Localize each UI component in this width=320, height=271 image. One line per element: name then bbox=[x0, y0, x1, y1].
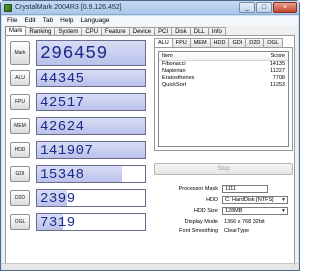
menu-file[interactable]: File bbox=[7, 16, 17, 26]
score-button-d2d[interactable]: D2D bbox=[10, 190, 30, 206]
font-smoothing-label: Font Smoothing bbox=[179, 227, 218, 234]
font-smoothing-value: ClearType bbox=[224, 227, 250, 234]
detail-frame: Item Score Fibonacci 14135 Napierian 112… bbox=[154, 47, 293, 151]
menu-help[interactable]: Help bbox=[60, 16, 73, 26]
score-value: 2399 bbox=[40, 191, 76, 207]
score-row-d2d: D2D 2399 bbox=[10, 189, 146, 207]
score-value: 44345 bbox=[40, 71, 85, 87]
score-display-fpu: 42517 bbox=[36, 93, 146, 111]
window-title: CrystalMark 2004R3 [0.9.126.452] bbox=[15, 4, 122, 11]
score-button-fpu[interactable]: FPU bbox=[10, 94, 30, 110]
score-display-mark: 296459 bbox=[36, 40, 146, 66]
list-item-name: Fibonacci bbox=[162, 61, 186, 67]
list-item[interactable]: Fibonacci 14135 bbox=[159, 61, 288, 68]
list-item[interactable]: Eratosthenes 7708 bbox=[159, 75, 288, 82]
close-button[interactable]: × bbox=[273, 2, 297, 13]
list-item-score: 14135 bbox=[269, 61, 285, 67]
detail-panel: ALU FPU MEM HDD GDI D2D OGL Item Score F… bbox=[154, 38, 293, 264]
score-button-hdd[interactable]: HDD bbox=[10, 142, 30, 158]
display-mode-label: Display Mode bbox=[184, 218, 218, 225]
score-value: 141907 bbox=[40, 143, 94, 159]
score-display-gdi: 15348 bbox=[36, 165, 146, 183]
hdd-label: HDD bbox=[206, 196, 218, 203]
score-value: 15348 bbox=[40, 167, 85, 183]
menu-tab[interactable]: Tab bbox=[43, 16, 53, 26]
title-bar[interactable]: CrystalMark 2004R3 [0.9.126.452] _ □ × bbox=[1, 1, 299, 15]
score-button-gdi[interactable]: GDI bbox=[10, 166, 30, 182]
score-value: 296459 bbox=[40, 44, 108, 64]
processor-mask-row: Processor Mask 1111 bbox=[154, 184, 293, 193]
score-row-fpu: FPU 42517 bbox=[10, 93, 146, 111]
score-row-mark: Mark 296459 bbox=[10, 40, 146, 66]
score-row-hdd: HDD 141907 bbox=[10, 141, 146, 159]
font-smoothing-row: Font Smoothing ClearType bbox=[154, 226, 293, 235]
subtab-ogl[interactable]: OGL bbox=[263, 38, 283, 47]
app-window: CrystalMark 2004R3 [0.9.126.452] _ □ × F… bbox=[0, 0, 300, 271]
subtab-mem[interactable]: MEM bbox=[189, 38, 211, 47]
score-button-alu[interactable]: ALU bbox=[10, 70, 30, 86]
result-list[interactable]: Item Score Fibonacci 14135 Napierian 112… bbox=[158, 51, 289, 147]
menu-bar: File Edit Tab Help Language bbox=[2, 16, 298, 26]
score-value: 7319 bbox=[40, 215, 76, 231]
score-button-mem[interactable]: MEM bbox=[10, 118, 30, 134]
maximize-button[interactable]: □ bbox=[256, 2, 272, 13]
hdd-size-row: HDD Size 128MB ▼ bbox=[154, 206, 293, 215]
subtab-gdi[interactable]: GDI bbox=[228, 38, 247, 47]
score-display-mem: 42624 bbox=[36, 117, 146, 135]
list-item-score: 11253 bbox=[270, 82, 285, 88]
processor-mask-field[interactable]: 1111 bbox=[222, 184, 268, 193]
mark-page: Mark 296459 ALU 44345 FPU 42517 MEM 42624 HDD 141… bbox=[5, 35, 295, 267]
resize-grip-icon[interactable]: ⋰ bbox=[291, 265, 296, 271]
subtab-fpu[interactable]: FPU bbox=[171, 38, 191, 47]
score-button-ogl[interactable]: OGL bbox=[10, 214, 30, 230]
hdd-select[interactable]: C: HardDisk [NTFS] ▼ bbox=[222, 195, 288, 204]
chevron-down-icon: ▼ bbox=[281, 207, 286, 214]
menu-language[interactable]: Language bbox=[81, 16, 110, 26]
score-display-ogl: 7319 bbox=[36, 213, 146, 231]
processor-mask-label: Processor Mask bbox=[178, 185, 218, 192]
chevron-down-icon: ▼ bbox=[281, 196, 286, 203]
window-controls: _ □ × bbox=[239, 2, 297, 13]
score-value: 42517 bbox=[40, 95, 85, 111]
score-value: 42624 bbox=[40, 119, 85, 135]
display-mode-row: Display Mode 1366 x 768 32bit bbox=[154, 217, 293, 226]
hdd-size-select[interactable]: 128MB ▼ bbox=[222, 206, 288, 215]
list-item-name: QuickSort bbox=[162, 82, 187, 88]
list-header: Item Score bbox=[159, 52, 288, 61]
client-area: Mark Ranking System CPU Feature Device P… bbox=[2, 26, 298, 270]
header-item[interactable]: Item bbox=[162, 52, 173, 60]
list-item[interactable]: Napierian 11227 bbox=[159, 68, 288, 75]
stop-button[interactable]: Stop bbox=[154, 163, 293, 175]
subtab-hdd[interactable]: HDD bbox=[209, 38, 230, 47]
list-item-name: Eratosthenes bbox=[162, 75, 195, 81]
score-button-mark[interactable]: Mark bbox=[10, 41, 30, 65]
score-row-ogl: OGL 7319 bbox=[10, 213, 146, 231]
subtab-d2d[interactable]: D2D bbox=[245, 38, 265, 47]
score-display-alu: 44345 bbox=[36, 69, 146, 87]
score-display-hdd: 141907 bbox=[36, 141, 146, 159]
minimize-button[interactable]: _ bbox=[239, 2, 255, 13]
score-display-d2d: 2399 bbox=[36, 189, 146, 207]
header-score[interactable]: Score bbox=[271, 52, 285, 60]
score-row-mem: MEM 42624 bbox=[10, 117, 146, 135]
subtab-alu[interactable]: ALU bbox=[154, 38, 173, 47]
display-mode-value: 1366 x 768 32bit bbox=[224, 218, 265, 225]
detail-tabs: ALU FPU MEM HDD GDI D2D OGL bbox=[154, 38, 293, 47]
menu-edit[interactable]: Edit bbox=[24, 16, 35, 26]
hdd-row: HDD C: HardDisk [NTFS] ▼ bbox=[154, 195, 293, 204]
app-icon bbox=[4, 4, 12, 12]
hdd-select-value: C: HardDisk [NTFS] bbox=[225, 196, 274, 203]
hdd-size-select-value: 128MB bbox=[225, 207, 243, 214]
score-row-alu: ALU 44345 bbox=[10, 69, 146, 87]
status-bar: ⋰ bbox=[2, 263, 298, 271]
list-item[interactable]: QuickSort 11253 bbox=[159, 82, 288, 89]
list-item-score: 7708 bbox=[272, 75, 285, 81]
list-item-score: 11227 bbox=[270, 68, 285, 74]
hdd-size-label: HDD Size bbox=[193, 207, 218, 214]
list-item-name: Napierian bbox=[162, 68, 186, 74]
score-row-gdi: GDI 15348 bbox=[10, 165, 146, 183]
